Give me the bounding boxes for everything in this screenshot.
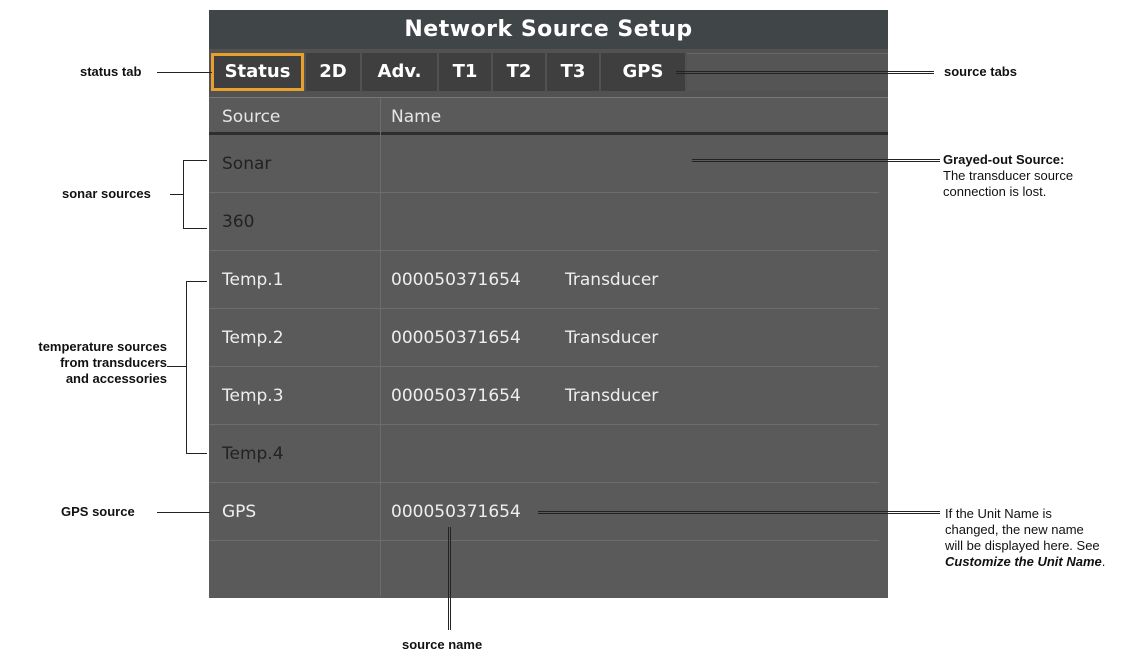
row-source-id: 000050371654	[391, 328, 521, 348]
table-row-temp1[interactable]: Temp.1 000050371654 Transducer	[209, 251, 888, 309]
grayed-out-title: Grayed-out Source:	[943, 152, 1065, 167]
leader-line	[157, 72, 212, 73]
row-source: 360	[222, 212, 255, 232]
table-row-sonar[interactable]: Sonar	[209, 135, 888, 193]
leader-line	[170, 194, 183, 195]
row-source: Temp.3	[222, 386, 284, 406]
unit-name-line2: changed, the new name	[945, 522, 1084, 537]
callout-status-tab: status tab	[80, 64, 142, 79]
callout-unit-name: If the Unit Name is changed, the new nam…	[945, 506, 1105, 570]
row-source-id: 000050371654	[391, 502, 521, 522]
callout-sonar-sources: sonar sources	[62, 186, 151, 201]
row-source-id: 000050371654	[391, 270, 521, 290]
row-source: Temp.2	[222, 328, 284, 348]
table-row-empty[interactable]	[209, 541, 888, 599]
callout-temperature-line3: and accessories	[65, 371, 167, 386]
row-source-name: Transducer	[565, 328, 659, 348]
bracket	[186, 281, 187, 453]
callout-temperature-line1: temperature sources	[38, 339, 167, 354]
row-source: GPS	[222, 502, 257, 522]
leader-line	[692, 159, 940, 160]
grayed-out-line1: The transducer source	[943, 168, 1074, 183]
table-row-gps[interactable]: GPS 000050371654	[209, 483, 888, 541]
tab-status[interactable]: Status	[211, 53, 304, 91]
network-source-setup-panel: Network Source Setup Status 2D Adv. T1 T…	[209, 10, 888, 598]
tab-t1[interactable]: T1	[439, 53, 491, 91]
callout-temperature-line2: from transducers	[60, 355, 167, 370]
leader-line	[167, 366, 186, 367]
tab-separator	[209, 97, 888, 98]
leader-line	[692, 161, 940, 162]
row-source: Temp.1	[222, 270, 284, 290]
table-row-temp4[interactable]: Temp.4	[209, 425, 888, 483]
leader-line	[676, 71, 934, 72]
callout-source-name: source name	[402, 637, 483, 652]
leader-line	[676, 73, 934, 74]
tab-bar-filler	[687, 53, 888, 91]
unit-name-line1: If the Unit Name is	[945, 506, 1052, 521]
leader-line	[538, 513, 940, 514]
table-row-360[interactable]: 360	[209, 193, 888, 251]
row-source-name: Transducer	[565, 386, 659, 406]
callout-gps-source: GPS source	[61, 504, 135, 519]
column-header-source: Source	[222, 107, 281, 127]
leader-line	[157, 512, 210, 513]
grayed-out-line2: connection is lost.	[943, 184, 1047, 199]
unit-name-period: .	[1101, 554, 1106, 569]
unit-name-link[interactable]: Customize the Unit Name	[945, 554, 1102, 569]
window-title: Network Source Setup	[209, 10, 888, 49]
row-source-name: Transducer	[565, 270, 659, 290]
tab-adv[interactable]: Adv.	[362, 53, 437, 91]
callout-grayed-out-source: Grayed-out Source: The transducer source…	[943, 152, 1073, 200]
leader-line	[450, 527, 451, 630]
table-row-temp3[interactable]: Temp.3 000050371654 Transducer	[209, 367, 888, 425]
callout-source-tabs: source tabs	[944, 64, 1017, 79]
bracket	[183, 160, 184, 228]
leader-line	[448, 527, 449, 630]
tab-t2[interactable]: T2	[493, 53, 545, 91]
bracket	[186, 453, 207, 454]
bracket	[183, 228, 207, 229]
leader-line	[538, 511, 940, 512]
column-header-name: Name	[391, 107, 442, 127]
tab-gps[interactable]: GPS	[601, 53, 685, 91]
tab-t3[interactable]: T3	[547, 53, 599, 91]
bracket	[183, 160, 207, 161]
row-source: Temp.4	[222, 444, 284, 464]
bracket	[186, 281, 207, 282]
table-row-temp2[interactable]: Temp.2 000050371654 Transducer	[209, 309, 888, 367]
row-source-id: 000050371654	[391, 386, 521, 406]
row-source: Sonar	[222, 154, 272, 174]
tab-2d[interactable]: 2D	[306, 53, 360, 91]
unit-name-line3: will be displayed here. See	[945, 538, 1100, 553]
